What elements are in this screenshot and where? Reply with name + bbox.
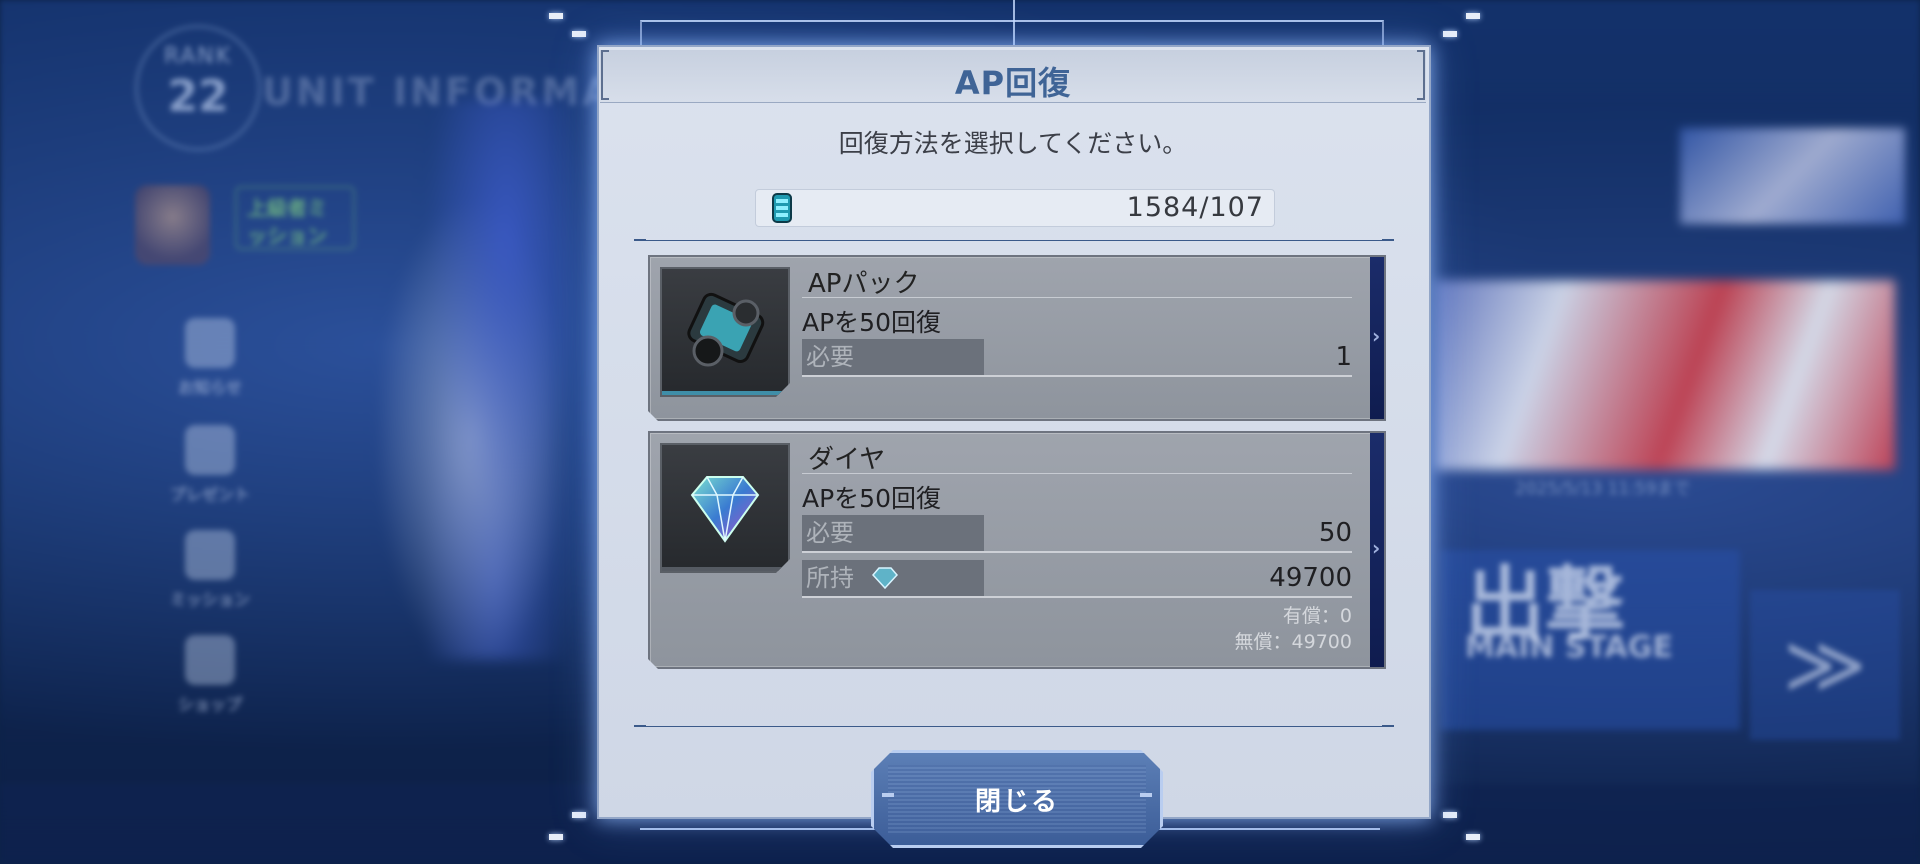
rank-badge: RANK 22 xyxy=(135,25,261,151)
frame-corner-br2 xyxy=(1466,834,1480,840)
event-banner-small xyxy=(1680,128,1905,224)
owned-value: 49700 xyxy=(1269,563,1352,593)
frame-corner-tl2 xyxy=(572,31,586,37)
dialog-prompt: 回復方法を選択してください。 xyxy=(838,129,1188,158)
frame-corner-br xyxy=(1443,812,1457,818)
required-row: 必要 50 xyxy=(802,515,1352,553)
sidebar-mission-label: ミッション xyxy=(169,590,250,609)
item-card-ap-pack[interactable]: APパック APを50回復 必要 1 xyxy=(648,255,1386,421)
item-name: ダイヤ xyxy=(808,445,886,475)
sidebar-news-label: お知らせ xyxy=(178,378,242,397)
name-underline xyxy=(802,297,1352,298)
owned-label: 所持 xyxy=(806,564,854,592)
owned-row: 所持 49700 xyxy=(802,560,1352,598)
event-banner-large xyxy=(1435,280,1895,470)
chevron-right-icon xyxy=(1370,433,1384,667)
event-date: 2025/5/13 11:59まで xyxy=(1515,479,1691,499)
required-label: 必要 xyxy=(802,515,984,551)
dialog-header: AP回復 xyxy=(600,50,1426,103)
mobile-suit-art xyxy=(380,100,610,660)
frame-corner-tl xyxy=(549,13,563,19)
ap-status-bar: 1584/107 xyxy=(755,189,1275,227)
divider-bottom xyxy=(634,725,1394,727)
item-effect: APを50回復 xyxy=(802,308,941,337)
close-button-label: 閉じる xyxy=(974,787,1059,817)
item-effect: APを50回復 xyxy=(802,484,941,513)
frame-corner-tr xyxy=(1466,13,1480,19)
sidebar-shop: ショップ xyxy=(160,635,260,715)
thumb-glow xyxy=(662,391,788,395)
ap-pack-icon xyxy=(662,269,788,395)
sidebar-news: お知らせ xyxy=(160,318,260,398)
modal-frame-top xyxy=(640,20,1384,48)
required-row: 必要 1 xyxy=(802,339,1352,377)
required-value: 50 xyxy=(1318,518,1352,548)
item-name: APパック xyxy=(808,269,920,299)
frame-corner-bl2 xyxy=(549,834,563,840)
mission-chip: 上級者ミッション xyxy=(235,186,355,250)
paid-note: 有償：0 xyxy=(1282,605,1352,627)
sidebar-present: プレゼント xyxy=(160,425,260,505)
item-card-diamond[interactable]: ダイヤ APを50回復 必要 50 所持 49700 有償：0 無償：49700 xyxy=(648,431,1386,669)
dialog-title: AP回復 xyxy=(954,64,1072,102)
thumb-glow xyxy=(662,567,788,571)
diamond-thumb xyxy=(660,443,790,573)
sidebar-shop-label: ショップ xyxy=(177,695,242,714)
owned-tag: 所持 xyxy=(802,560,984,596)
free-note: 無償：49700 xyxy=(1234,631,1352,653)
shop-icon xyxy=(185,635,235,685)
sidebar-mission: ミッション xyxy=(160,530,260,610)
frame-corner-tr2 xyxy=(1443,31,1457,37)
sortie-sub-label: MAIN STAGE xyxy=(1465,630,1673,665)
mission-icon xyxy=(185,530,235,580)
rank-value: 22 xyxy=(167,71,229,122)
frame-corner-bl xyxy=(572,812,586,818)
start-button: ≫ xyxy=(1750,590,1900,740)
ap-pack-thumb xyxy=(660,267,790,397)
ap-battery-icon xyxy=(772,193,792,223)
sidebar-present-label: プレゼント xyxy=(169,485,250,504)
pilot-avatar xyxy=(135,185,210,265)
rank-label: RANK xyxy=(163,44,233,69)
gem-small-icon xyxy=(870,566,900,590)
ap-value: 1584/107 xyxy=(1126,192,1264,223)
gift-icon xyxy=(185,425,235,475)
diamond-icon xyxy=(662,445,788,571)
required-label: 必要 xyxy=(802,339,984,375)
mail-icon xyxy=(185,318,235,368)
close-button[interactable]: 閉じる xyxy=(871,750,1163,848)
name-underline xyxy=(802,473,1352,474)
chevron-right-icon xyxy=(1370,257,1384,419)
divider-top xyxy=(634,239,1394,241)
required-value: 1 xyxy=(1335,342,1352,372)
